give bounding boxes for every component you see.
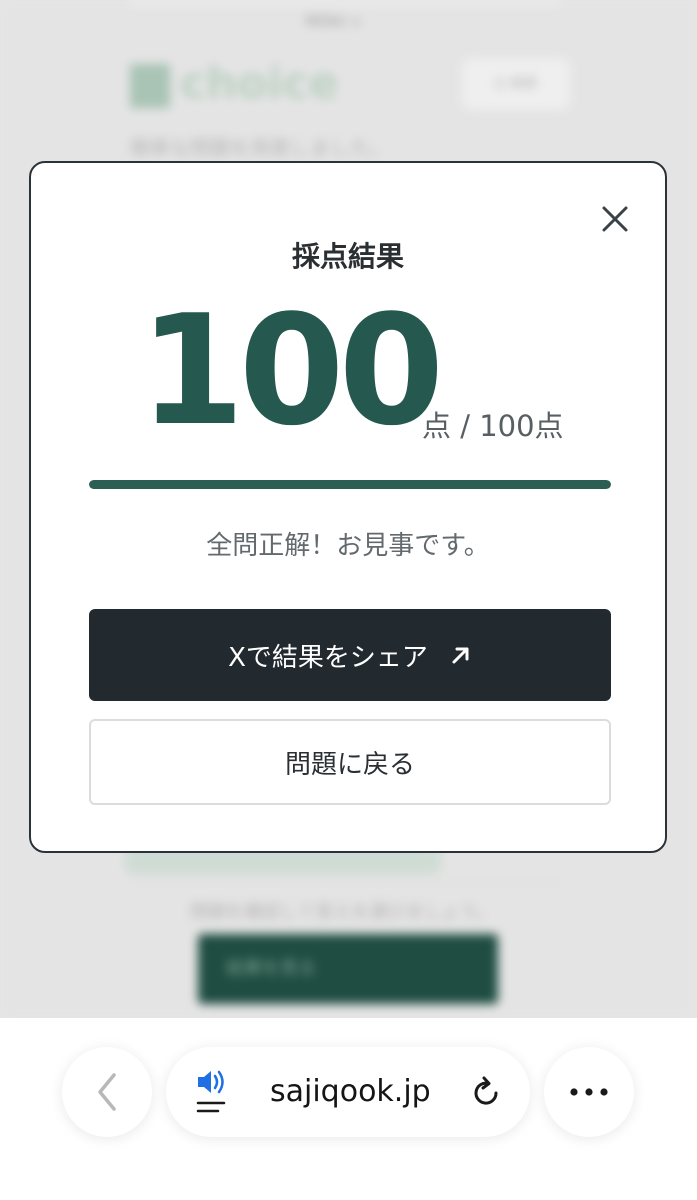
share-on-x-button[interactable]: Xで結果をシェア (89, 609, 611, 701)
score-row: 100 点 / 100点 (31, 283, 665, 453)
arrow-up-right-icon (452, 647, 469, 664)
result-message: 全問正解！お見事です。 (206, 531, 490, 561)
more-icon (570, 1088, 608, 1096)
reload-icon (474, 1076, 498, 1105)
score-progress-fill (89, 480, 611, 489)
bg-submit-button: 結果を見る (198, 934, 498, 1004)
close-icon (602, 206, 628, 232)
back-to-questions-button[interactable]: 問題に戻る (89, 719, 611, 805)
more-options-button[interactable] (544, 1047, 634, 1137)
score-progress-bar (89, 480, 611, 489)
result-modal: 採点結果 100 点 / 100点 全問正解！お見事です。 Xで結果をシェア 問… (29, 161, 667, 853)
modal-title: 採点結果 (291, 240, 404, 273)
share-button-label: Xで結果をシェア (228, 642, 428, 673)
bg-subtitle: 簡単な問題を用意しました。 (130, 136, 390, 160)
bg-logo: choice (180, 58, 339, 109)
bg-divider (130, 880, 560, 882)
bg-menu: MENU ∨ (305, 14, 362, 30)
bg-search-button: Q 検索 (462, 58, 570, 110)
address-bar[interactable]: sajiqook.jp (166, 1047, 530, 1137)
score-value: 100 (139, 282, 444, 459)
back-navigation-button[interactable] (62, 1047, 152, 1137)
chevron-left-icon (98, 1073, 116, 1111)
speaker-icon[interactable] (194, 1065, 230, 1121)
bg-top-line (130, 0, 560, 4)
score-unit: 点 / 100点 (422, 409, 564, 443)
reload-button[interactable] (466, 1073, 506, 1113)
bg-note: 問題を確認して答えを選びましょう。 (190, 902, 495, 923)
close-button[interactable] (599, 203, 631, 235)
bg-logo-mark (130, 64, 170, 108)
browser-toolbar: sajiqook.jp (0, 1018, 697, 1200)
url-text: sajiqook.jp (270, 1074, 431, 1109)
